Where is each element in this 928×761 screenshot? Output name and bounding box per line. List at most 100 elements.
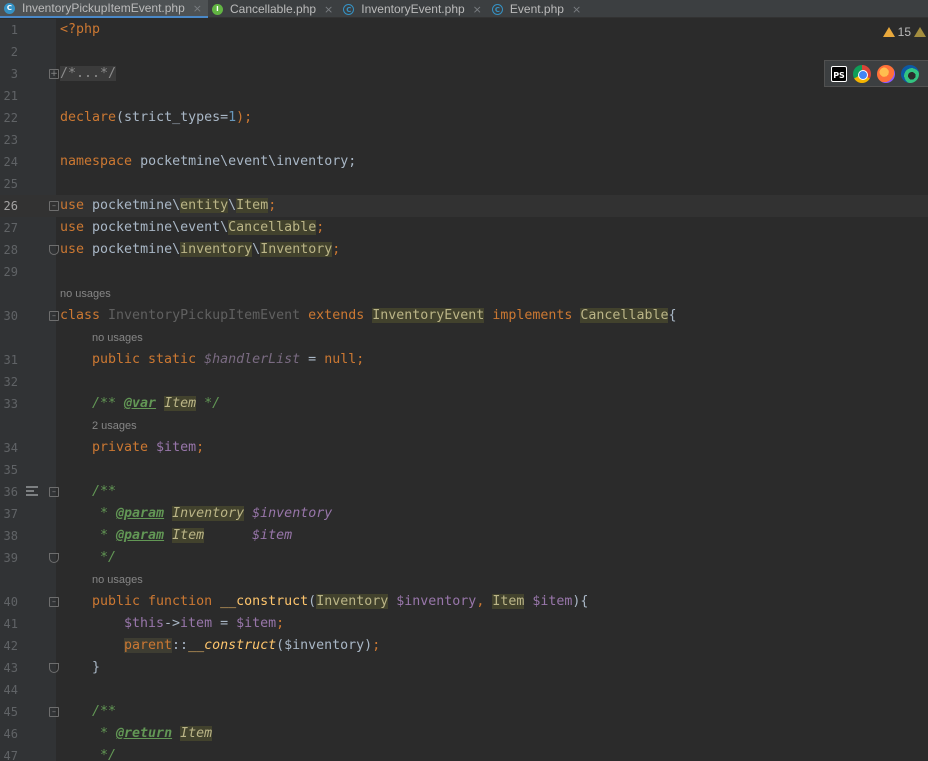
code-line[interactable]: 41 $this->item = $item;: [0, 613, 928, 635]
code-line[interactable]: 45 /**: [0, 701, 928, 723]
line-number: 2: [10, 45, 18, 59]
fold-collapse-icon[interactable]: [49, 201, 59, 211]
line-number: 29: [3, 265, 18, 279]
fold-expand-icon[interactable]: +: [49, 69, 59, 79]
line-number: 23: [3, 133, 18, 147]
code-text: /** @var Item */: [92, 396, 221, 411]
code-line[interactable]: 23: [0, 129, 928, 151]
code-line[interactable]: 38 * @param Item $item: [0, 525, 928, 547]
code-line[interactable]: 35: [0, 459, 928, 481]
line-number: 33: [3, 397, 18, 411]
tab-label: InventoryEvent.php: [361, 2, 465, 16]
tab-label: Event.php: [509, 2, 564, 16]
firefox-icon[interactable]: [877, 64, 895, 83]
edge-icon[interactable]: [901, 64, 919, 83]
code-text: * @param Inventory $inventory: [92, 506, 333, 521]
fold-collapse-icon[interactable]: [49, 597, 59, 607]
phpstorm-icon[interactable]: PS: [831, 65, 847, 82]
line-number: 30: [3, 309, 18, 323]
code-line[interactable]: 32: [0, 371, 928, 393]
tab-inventory-event[interactable]: C InventoryEvent.php ×: [339, 0, 488, 18]
line-number: 1: [10, 23, 18, 37]
code-line[interactable]: 40 public function __construct(Inventory…: [0, 591, 928, 613]
code-line[interactable]: 39 */: [0, 547, 928, 569]
code-line[interactable]: 33 /** @var Item */: [0, 393, 928, 415]
code-text: use pocketmine\inventory\Inventory;: [60, 242, 341, 257]
php-class-icon: C: [4, 2, 15, 14]
code-line[interactable]: 22 declare(strict_types=1);: [0, 107, 928, 129]
fold-collapse-icon[interactable]: [49, 311, 59, 321]
tab-cancellable[interactable]: I Cancellable.php ×: [208, 0, 339, 18]
tab-event[interactable]: C Event.php ×: [488, 0, 587, 18]
code-line[interactable]: 44: [0, 679, 928, 701]
code-line[interactable]: 30 class InventoryPickupItemEvent extend…: [0, 305, 928, 327]
chrome-icon[interactable]: [853, 64, 871, 83]
line-number: 35: [3, 463, 18, 477]
line-number: 39: [3, 551, 18, 565]
warning-count: 15: [897, 25, 911, 39]
code-line[interactable]: 47 */: [0, 745, 928, 761]
close-icon[interactable]: ×: [193, 2, 202, 15]
code-line[interactable]: 34 private $item;: [0, 437, 928, 459]
code-line[interactable]: 1 <?php: [0, 19, 928, 41]
open-in-browser-toolbar: PS: [824, 60, 928, 87]
line-number: 3: [10, 67, 18, 81]
line-number: 32: [3, 375, 18, 389]
fold-end-icon[interactable]: [49, 245, 59, 255]
folded-comment[interactable]: /*...*/: [60, 63, 117, 85]
line-number: 22: [3, 111, 18, 125]
line-number: 31: [3, 353, 18, 367]
line-number: 45: [3, 705, 18, 719]
render-doc-icon[interactable]: [26, 486, 38, 498]
line-number: 41: [3, 617, 18, 631]
code-text: class InventoryPickupItemEvent extends I…: [60, 308, 677, 323]
usages-hint[interactable]: no usages: [60, 283, 111, 305]
code-line[interactable]: 46 * @return Item: [0, 723, 928, 745]
code-text: declare(strict_types=1);: [60, 110, 253, 125]
line-number: 44: [3, 683, 18, 697]
line-number: 36: [3, 485, 18, 499]
close-icon[interactable]: ×: [572, 3, 581, 16]
close-icon[interactable]: ×: [473, 3, 482, 16]
code-line[interactable]: 42 parent::__construct($inventory);: [0, 635, 928, 657]
inspection-widget[interactable]: 15: [882, 25, 928, 39]
tab-label: InventoryPickupItemEvent.php: [22, 1, 185, 15]
code-line[interactable]: 43 }: [0, 657, 928, 679]
code-editor[interactable]: 1 <?php 2 3 + /*...*/ 21 22 declare(stri…: [0, 19, 928, 761]
code-line[interactable]: 36 /**: [0, 481, 928, 503]
code-line[interactable]: 28 use pocketmine\inventory\Inventory;: [0, 239, 928, 261]
fold-end-icon[interactable]: [49, 663, 59, 673]
editor-tab-bar: C InventoryPickupItemEvent.php × I Cance…: [0, 0, 928, 18]
line-number: 42: [3, 639, 18, 653]
fold-end-icon[interactable]: [49, 553, 59, 563]
code-text: /**: [92, 704, 117, 719]
code-line[interactable]: 37 * @param Inventory $inventory: [0, 503, 928, 525]
tab-inventory-pickup-item-event[interactable]: C InventoryPickupItemEvent.php ×: [0, 0, 208, 18]
fold-collapse-icon[interactable]: [49, 707, 59, 717]
code-line[interactable]: 27 use pocketmine\event\Cancellable;: [0, 217, 928, 239]
line-number: 26: [3, 199, 18, 213]
php-abstract-class-icon: C: [491, 3, 503, 15]
close-icon[interactable]: ×: [324, 3, 333, 16]
code-text: parent::__construct($inventory);: [124, 638, 381, 653]
usages-hint[interactable]: no usages: [92, 327, 143, 349]
code-text: use pocketmine\entity\Item;: [60, 198, 277, 213]
code-text: * @return Item: [92, 726, 213, 741]
code-line[interactable]: 24 namespace pocketmine\event\inventory;: [0, 151, 928, 173]
code-line[interactable]: 2: [0, 41, 928, 63]
code-line[interactable]: 3 + /*...*/: [0, 63, 928, 85]
code-text: /**: [92, 484, 117, 499]
code-text: */: [92, 748, 117, 761]
code-line[interactable]: 31 public static $handlerList = null;: [0, 349, 928, 371]
usages-hint[interactable]: no usages: [92, 569, 143, 591]
fold-collapse-icon[interactable]: [49, 487, 59, 497]
line-number: 25: [3, 177, 18, 191]
code-line[interactable]: 25: [0, 173, 928, 195]
code-line[interactable]: 21: [0, 85, 928, 107]
tab-label: Cancellable.php: [229, 2, 317, 16]
code-text: public static $handlerList = null;: [92, 352, 365, 367]
usages-hint[interactable]: 2 usages: [92, 415, 137, 437]
code-line-current[interactable]: 26 use pocketmine\entity\Item;: [0, 195, 928, 217]
php-abstract-class-icon: C: [343, 3, 355, 15]
code-line[interactable]: 29: [0, 261, 928, 283]
